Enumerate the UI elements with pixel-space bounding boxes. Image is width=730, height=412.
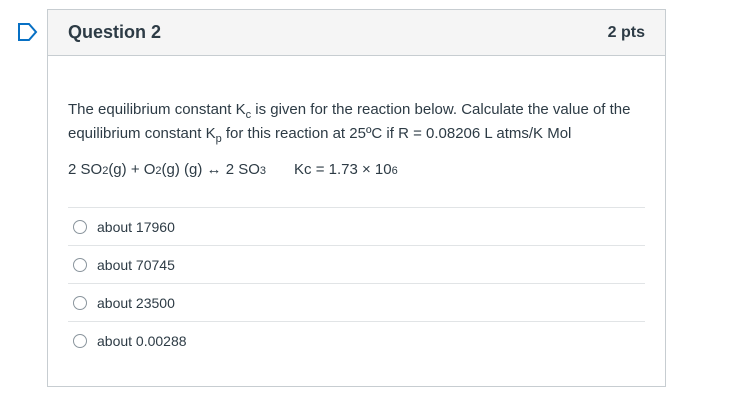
answer-option[interactable]: about 0.00288: [68, 322, 645, 359]
answer-label: about 0.00288: [97, 332, 187, 349]
question-text: The equilibrium constant Kc is given for…: [68, 98, 645, 146]
answer-list: about 17960 about 70745 about 23500 abou…: [68, 207, 645, 359]
question-body: The equilibrium constant Kc is given for…: [48, 56, 665, 359]
question-card: Question 2 2 pts The equilibrium constan…: [47, 9, 666, 387]
radio-button[interactable]: [73, 219, 87, 234]
radio-button[interactable]: [73, 333, 87, 348]
question-header: Question 2 2 pts: [48, 10, 665, 56]
answer-option[interactable]: about 70745: [68, 246, 645, 284]
question-title: Question 2: [68, 22, 162, 42]
answer-label: about 70745: [97, 256, 175, 273]
reaction-equation: 2 SO 2 (g) + O 2 (g) (g) ↔ 2 SO 3 Kc = 1.73 ×…: [68, 158, 645, 182]
equation-part: 2 SO: [68, 161, 103, 178]
question-text-part: for this reaction at 25ºC if R = 0.08206…: [221, 125, 572, 142]
answer-option[interactable]: about 17960: [68, 208, 645, 246]
quiz-page: Question 2 2 pts The equilibrium constan…: [0, 0, 730, 412]
question-points: 2 pts: [607, 23, 645, 41]
flag-question-icon[interactable]: [17, 22, 39, 42]
equation-part: (g) (g) ↔ 2 SO: [161, 161, 260, 178]
answer-label: about 17960: [97, 218, 175, 235]
answer-label: about 23500: [97, 294, 175, 311]
question-text-part: The equilibrium constant K: [68, 101, 246, 118]
answer-option[interactable]: about 23500: [68, 284, 645, 322]
equation-part: (g) + O: [108, 161, 156, 178]
radio-button[interactable]: [73, 257, 87, 272]
radio-button[interactable]: [73, 295, 87, 310]
kc-value: Kc = 1.73 × 10: [294, 161, 392, 178]
